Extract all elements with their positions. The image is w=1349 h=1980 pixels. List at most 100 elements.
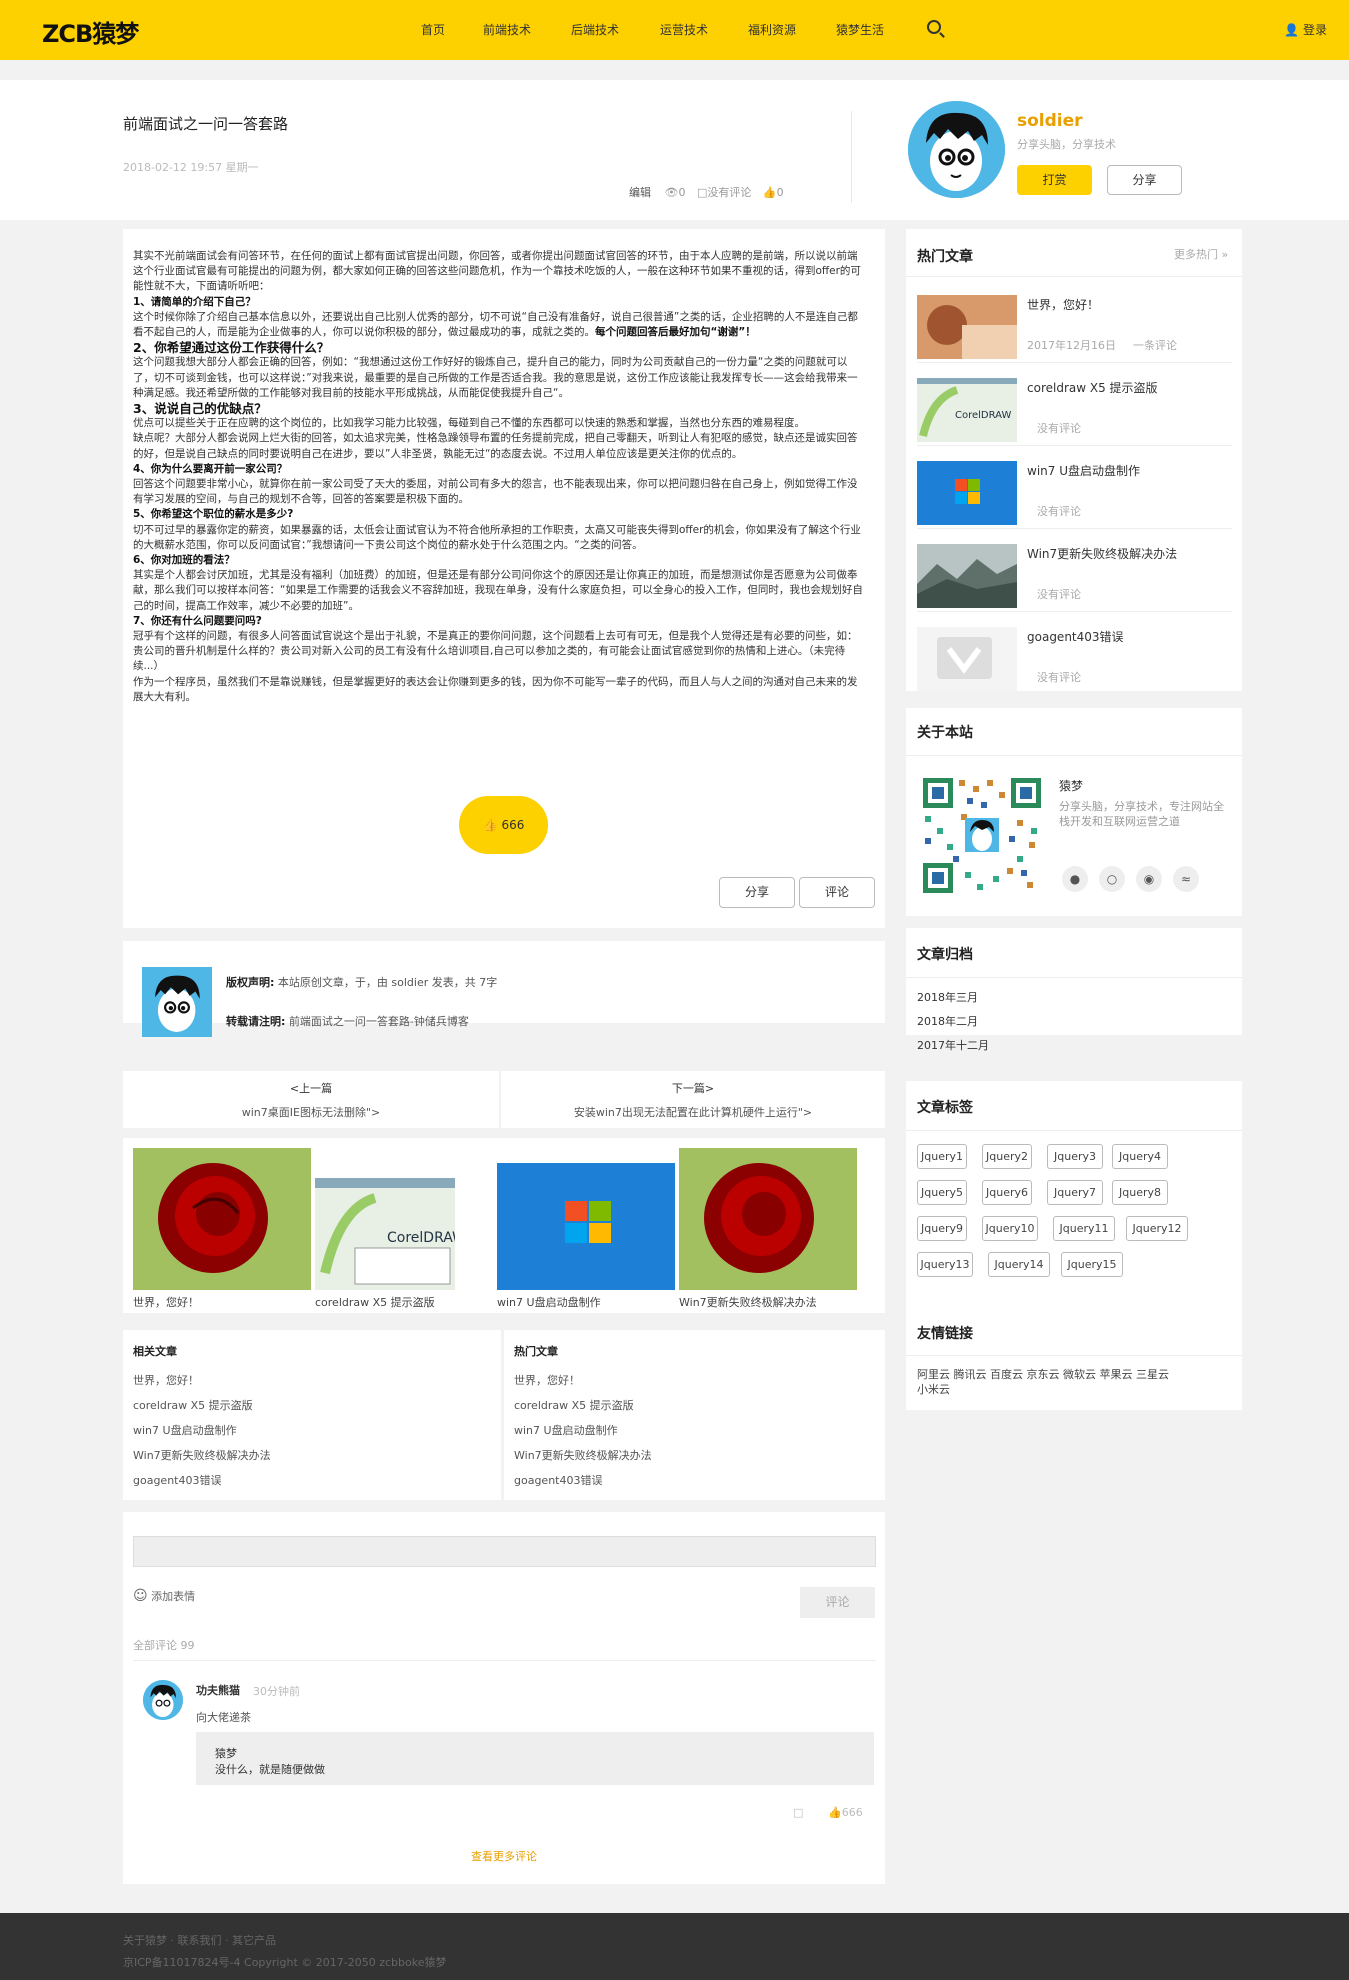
hot-thumb[interactable] — [917, 627, 1017, 691]
footer-links[interactable]: 关于猿梦 · 联系我们 · 其它产品 — [123, 1932, 276, 1948]
prev-label[interactable]: <上一篇 — [123, 1080, 499, 1096]
hot-item-comments[interactable]: 没有评论 — [1037, 669, 1081, 685]
comment-input[interactable] — [133, 1536, 876, 1567]
nav-home[interactable]: 首页 — [421, 21, 445, 38]
hot-item-title[interactable]: 世界，您好！ — [1027, 296, 1099, 313]
nav-frontend[interactable]: 前端技术 — [483, 21, 531, 38]
archive-item[interactable]: 2018年二月 — [917, 1013, 978, 1029]
hot-item-comments[interactable]: 没有评论 — [1037, 586, 1081, 602]
archive-item[interactable]: 2017年十二月 — [917, 1037, 989, 1053]
friend-link[interactable]: 阿里云 — [917, 1368, 950, 1381]
hot-bottom-item[interactable]: 世界，您好！ — [514, 1372, 580, 1388]
hot-bottom-item[interactable]: win7 U盘启动盘制作 — [514, 1422, 618, 1438]
reply-icon[interactable]: □ — [793, 1806, 803, 1819]
site-logo[interactable]: ZCB猿梦 — [42, 14, 139, 49]
nav-resources[interactable]: 福利资源 — [748, 21, 796, 38]
tag-jquery5[interactable]: Jquery5 — [917, 1180, 967, 1205]
tag-jquery10[interactable]: Jquery10 — [982, 1216, 1038, 1241]
hot-item-comments[interactable]: 没有评论 — [1037, 420, 1081, 436]
article-share-button[interactable]: 分享 — [719, 877, 795, 908]
edit-link[interactable]: 编辑 — [629, 186, 651, 199]
weibo-icon[interactable]: ◉ — [1136, 866, 1162, 892]
hot-item-title[interactable]: coreldraw X5 提示盗版 — [1027, 379, 1158, 396]
tag-jquery2[interactable]: Jquery2 — [982, 1144, 1032, 1169]
hot-thumb[interactable] — [917, 544, 1017, 608]
commenter-avatar[interactable] — [143, 1680, 183, 1720]
tag-jquery13[interactable]: Jquery13 — [917, 1252, 973, 1277]
related-item[interactable]: Win7更新失败终极解决办法 — [133, 1447, 271, 1463]
tag-jquery8[interactable]: Jquery8 — [1112, 1180, 1168, 1205]
hot-item-title[interactable]: win7 U盘启动盘制作 — [1027, 462, 1140, 479]
related-item[interactable]: win7 U盘启动盘制作 — [133, 1422, 237, 1438]
hot-item-comments[interactable]: 没有评论 — [1037, 503, 1081, 519]
rss-icon[interactable]: ≈ — [1173, 866, 1199, 892]
login-link[interactable]: 👤 登录 — [1284, 21, 1327, 38]
like-button[interactable]: 👍 666 — [459, 796, 548, 854]
tag-jquery12[interactable]: Jquery12 — [1126, 1216, 1188, 1241]
gallery-thumb-win7[interactable] — [497, 1163, 675, 1290]
tag-jquery7[interactable]: Jquery7 — [1047, 1180, 1103, 1205]
tag-jquery3[interactable]: Jquery3 — [1047, 1144, 1103, 1169]
hot-thumb[interactable] — [917, 461, 1017, 525]
emoji-picker[interactable]: ☺ 添加表情 — [133, 1588, 195, 1604]
nav-backend[interactable]: 后端技术 — [571, 21, 619, 38]
friend-link[interactable]: 微软云 — [1063, 1368, 1096, 1381]
hot-thumb[interactable] — [917, 295, 1017, 359]
next-title[interactable]: 安装win7出现无法配置在此计算机硬件上运行"> — [501, 1104, 885, 1120]
nav-life[interactable]: 猿梦生活 — [836, 21, 884, 38]
hot-item-title[interactable]: goagent403错误 — [1027, 628, 1124, 645]
commenter-name[interactable]: 功夫熊猫 — [196, 1682, 240, 1698]
more-hot-link[interactable]: 更多热门 » — [1174, 246, 1228, 262]
gallery-caption[interactable]: coreldraw X5 提示盗版 — [315, 1294, 435, 1310]
friend-link[interactable]: 腾讯云 — [954, 1368, 987, 1381]
friend-link[interactable]: 三星云 — [1136, 1368, 1169, 1381]
tag-jquery11[interactable]: Jquery11 — [1053, 1216, 1115, 1241]
reward-button[interactable]: 打赏 — [1017, 165, 1092, 195]
load-more-comments[interactable]: 查看更多评论 — [123, 1848, 885, 1864]
reply-user[interactable]: 猿梦 — [215, 1745, 237, 1761]
gallery-caption[interactable]: 世界，您好！ — [133, 1294, 199, 1310]
thumbs-up-icon[interactable]: 👍 — [763, 186, 777, 199]
friend-link[interactable]: 苹果云 — [1100, 1368, 1133, 1381]
comment-total: 全部评论 99 — [133, 1639, 195, 1652]
gallery-thumb-rose-2[interactable] — [679, 1148, 857, 1290]
friend-link[interactable]: 京东云 — [1027, 1368, 1060, 1381]
tag-jquery1[interactable]: Jquery1 — [917, 1144, 967, 1169]
hot-item-title[interactable]: Win7更新失败终极解决办法 — [1027, 545, 1177, 562]
reprint-text[interactable]: 前端面试之一问一答套路-钟储兵博客 — [289, 1015, 469, 1028]
comment-submit-button[interactable]: 评论 — [800, 1587, 875, 1618]
tag-jquery14[interactable]: Jquery14 — [988, 1252, 1050, 1277]
gallery-caption[interactable]: Win7更新失败终极解决办法 — [679, 1294, 817, 1310]
wechat-icon[interactable]: ○ — [1099, 866, 1125, 892]
nav-ops[interactable]: 运营技术 — [660, 21, 708, 38]
gallery-thumb-coreldraw[interactable]: CorelDRAW X5 — [315, 1178, 455, 1290]
friend-link[interactable]: 小米云 — [917, 1383, 950, 1396]
hot-bottom-item[interactable]: goagent403错误 — [514, 1472, 602, 1488]
comment-like[interactable]: 👍666 — [828, 1806, 863, 1819]
hot-item-comments[interactable]: 一条评论 — [1133, 337, 1177, 353]
related-item[interactable]: 世界，您好！ — [133, 1372, 199, 1388]
tag-jquery15[interactable]: Jquery15 — [1061, 1252, 1123, 1277]
next-label[interactable]: 下一篇> — [501, 1080, 885, 1096]
author-avatar[interactable] — [908, 101, 1005, 198]
qq-icon[interactable]: ● — [1062, 866, 1088, 892]
prev-title[interactable]: win7桌面IE图标无法删除"> — [123, 1104, 499, 1120]
comments-count[interactable]: 没有评论 — [707, 186, 751, 199]
section-heading: 2、你希望通过这份工作获得什么？ — [133, 340, 330, 356]
search-icon[interactable] — [927, 20, 941, 34]
gallery-caption[interactable]: win7 U盘启动盘制作 — [497, 1294, 601, 1310]
author-share-button[interactable]: 分享 — [1107, 165, 1182, 195]
tag-jquery9[interactable]: Jquery9 — [917, 1216, 967, 1241]
gallery-thumb-rose[interactable] — [133, 1148, 311, 1290]
article-comment-button[interactable]: 评论 — [799, 877, 875, 908]
archive-item[interactable]: 2018年三月 — [917, 989, 978, 1005]
tag-jquery6[interactable]: Jquery6 — [982, 1180, 1032, 1205]
hot-bottom-item[interactable]: coreldraw X5 提示盗版 — [514, 1397, 634, 1413]
friend-link[interactable]: 百度云 — [990, 1368, 1023, 1381]
related-item[interactable]: coreldraw X5 提示盗版 — [133, 1397, 253, 1413]
author-name[interactable]: soldier — [1017, 111, 1083, 131]
hot-bottom-item[interactable]: Win7更新失败终极解决办法 — [514, 1447, 652, 1463]
hot-thumb[interactable]: CorelDRAW — [917, 378, 1017, 442]
tag-jquery4[interactable]: Jquery4 — [1112, 1144, 1168, 1169]
related-item[interactable]: goagent403错误 — [133, 1472, 221, 1488]
